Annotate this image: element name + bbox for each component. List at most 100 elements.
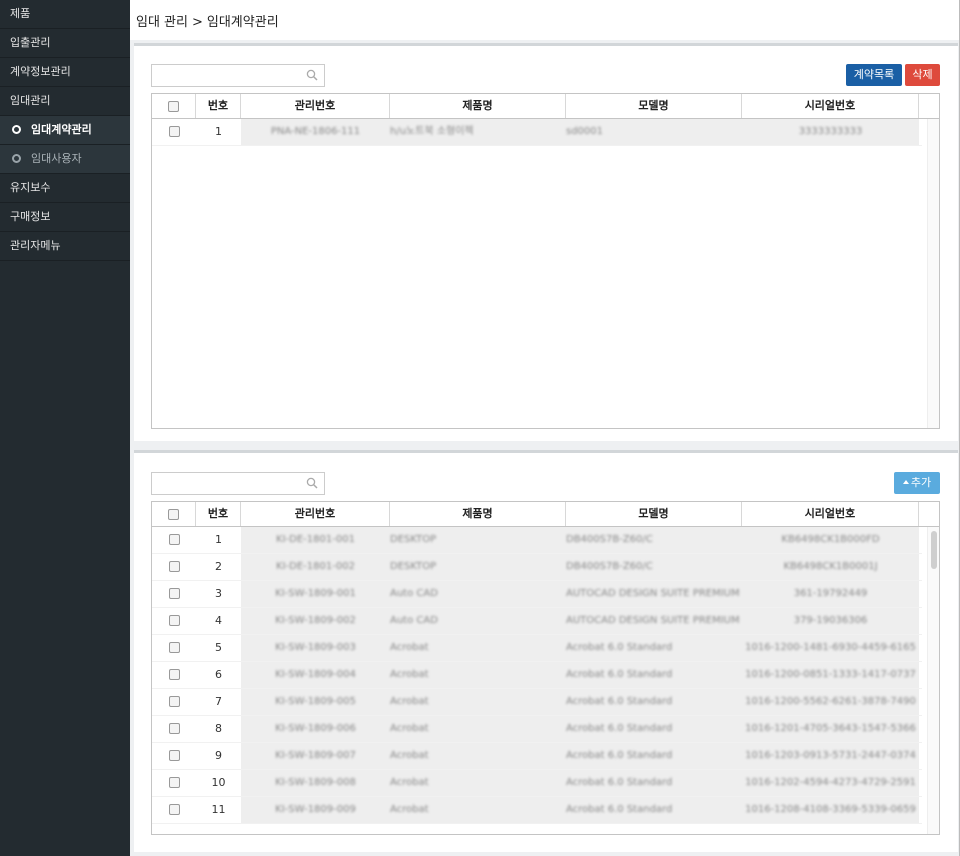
table-row[interactable]: 4 KI-SW-1809-002 Auto CAD AUTOCAD DESIGN SU…	[152, 608, 922, 635]
row-model: Acrobat 6.0 Standard	[566, 804, 673, 815]
row-checkbox[interactable]	[168, 587, 180, 599]
row-checkbox[interactable]	[168, 749, 180, 761]
table-row[interactable]: 1 PNA-NE-1806-111 h/u노트북 소형이젝 sd0001 333…	[152, 119, 922, 146]
row-mgmt-no: KI-SW-1809-004	[275, 669, 356, 680]
table-row[interactable]: 8 KI-SW-1809-006 Acrobat Acrobat 6.0 Standa…	[152, 716, 922, 743]
contract-search-input[interactable]	[152, 65, 297, 86]
row-select	[152, 554, 196, 580]
row-select	[152, 770, 196, 796]
row-mgmt-no: KI-SW-1809-007	[275, 750, 356, 761]
table-row[interactable]: 9 KI-SW-1809-007 Acrobat Acrobat 6.0 Standa…	[152, 743, 922, 770]
breadcrumb-current: 임대계약관리	[206, 15, 279, 30]
row-checkbox[interactable]	[168, 668, 180, 680]
row-no: 2	[215, 560, 222, 573]
row-serial: 1016-1201-4705-3643-1547-5366	[745, 723, 916, 734]
sidebar-item-admin[interactable]: 관리자메뉴	[0, 232, 130, 261]
vertical-scrollbar[interactable]	[927, 527, 939, 834]
row-checkbox[interactable]	[168, 614, 180, 626]
row-product: DESKTOP	[390, 534, 437, 545]
product-table: 번호 관리번호 제품명 모델명 시리얼번호 1 KI-DE-1801-001 DES…	[151, 501, 940, 835]
row-product: h/u노트북 소형이젝	[390, 126, 474, 137]
circle-icon	[12, 125, 21, 134]
table-row[interactable]: 11 KI-SW-1809-009 Acrobat Acrobat 6.0 Stand…	[152, 797, 922, 824]
sidebar-item-inout[interactable]: 입출관리	[0, 29, 130, 58]
table-header: 번호 관리번호 제품명 모델명 시리얼번호	[152, 502, 939, 527]
header-mgmt-no[interactable]: 관리번호	[241, 502, 390, 526]
row-mgmt-no: KI-DE-1801-001	[276, 534, 355, 545]
sidebar-item-maintenance[interactable]: 유지보수	[0, 174, 130, 203]
select-all-checkbox[interactable]	[168, 508, 179, 520]
main-content: 임대 관리 > 임대계약관리 계약목록 삭제 번호 관리번호 제품명 모델명 시리얼…	[130, 0, 959, 856]
row-mgmt-no: KI-DE-1801-002	[276, 561, 355, 572]
product-panel: 추가 번호 관리번호 제품명 모델명 시리얼번호 1 KI-DE-1801-001…	[134, 450, 958, 852]
row-serial: 1016-1202-4594-4273-4729-2591	[745, 777, 916, 788]
header-model[interactable]: 모델명	[566, 502, 742, 526]
table-row[interactable]: 5 KI-SW-1809-003 Acrobat Acrobat 6.0 Standa…	[152, 635, 922, 662]
row-no: 4	[215, 614, 222, 627]
table-row[interactable]: 6 KI-SW-1809-004 Acrobat Acrobat 6.0 Standa…	[152, 662, 922, 689]
row-checkbox[interactable]	[168, 722, 180, 734]
table-row[interactable]: 2 KI-DE-1801-002 DESKTOP DB400S7B-Z60/C KB64…	[152, 554, 922, 581]
add-button[interactable]: 추가	[894, 472, 940, 494]
search-icon[interactable]	[306, 477, 318, 489]
header-mgmt-no[interactable]: 관리번호	[241, 94, 390, 118]
vertical-scrollbar[interactable]	[927, 119, 939, 428]
sidebar-item-purchase[interactable]: 구매정보	[0, 203, 130, 232]
row-serial: 1016-1200-5562-6261-3878-7490	[745, 696, 916, 707]
row-serial: 379-19036306	[793, 615, 868, 626]
header-serial[interactable]: 시리얼번호	[742, 94, 919, 118]
sidebar-item-contract-info[interactable]: 계약정보관리	[0, 58, 130, 87]
header-product[interactable]: 제품명	[390, 94, 566, 118]
breadcrumb: 임대 관리 > 임대계약관리	[130, 0, 959, 40]
sidebar-item-rental-contract[interactable]: 임대계약관리	[0, 116, 130, 145]
sidebar-item-rental[interactable]: 임대관리	[0, 87, 130, 116]
breadcrumb-parent[interactable]: 임대 관리	[136, 15, 188, 30]
row-checkbox[interactable]	[168, 776, 180, 788]
table-row[interactable]: 7 KI-SW-1809-005 Acrobat Acrobat 6.0 Standa…	[152, 689, 922, 716]
header-product[interactable]: 제품명	[390, 502, 566, 526]
table-row[interactable]: 3 KI-SW-1809-001 Auto CAD AUTOCAD DESIGN SU…	[152, 581, 922, 608]
product-search-input[interactable]	[152, 473, 297, 494]
row-model: Acrobat 6.0 Standard	[566, 669, 673, 680]
row-checkbox[interactable]	[168, 533, 180, 545]
header-serial[interactable]: 시리얼번호	[742, 502, 919, 526]
select-all-checkbox[interactable]	[168, 100, 179, 112]
row-serial: 1016-1203-0913-5731-2447-0374	[745, 750, 916, 761]
row-product: Acrobat	[390, 669, 429, 680]
header-no[interactable]: 번호	[196, 502, 241, 526]
row-serial: 1016-1200-0851-1333-1417-0737	[745, 669, 916, 680]
row-product: Acrobat	[390, 777, 429, 788]
row-model: Acrobat 6.0 Standard	[566, 642, 673, 653]
row-serial: 361-19792449	[793, 588, 868, 599]
search-icon[interactable]	[306, 69, 318, 81]
table-row[interactable]: 1 KI-DE-1801-001 DESKTOP DB400S7B-Z60/C KB64…	[152, 527, 922, 554]
table-row[interactable]: 10 KI-SW-1809-008 Acrobat Acrobat 6.0 Stand…	[152, 770, 922, 797]
row-checkbox[interactable]	[168, 560, 180, 572]
row-mgmt-no: PNA-NE-1806-111	[270, 126, 361, 137]
circle-icon	[12, 154, 21, 163]
row-product: Acrobat	[390, 642, 429, 653]
row-select	[152, 743, 196, 769]
row-no: 10	[211, 776, 226, 789]
row-checkbox[interactable]	[168, 803, 180, 815]
row-model: Acrobat 6.0 Standard	[566, 723, 673, 734]
contract-search-box	[151, 64, 325, 87]
sidebar: 제품 입출관리 계약정보관리 임대관리 임대계약관리 임대사용자 유지보수 구매…	[0, 0, 130, 856]
contract-list-button[interactable]: 계약목록	[846, 64, 902, 86]
scrollbar-thumb[interactable]	[931, 531, 937, 569]
sidebar-item-product[interactable]: 제품	[0, 0, 130, 29]
row-checkbox[interactable]	[168, 125, 180, 137]
row-checkbox[interactable]	[168, 641, 180, 653]
row-checkbox[interactable]	[168, 695, 180, 707]
header-no[interactable]: 번호	[196, 94, 241, 118]
sidebar-item-rental-user[interactable]: 임대사용자	[0, 145, 130, 174]
row-select	[152, 608, 196, 634]
delete-button[interactable]: 삭제	[905, 64, 940, 86]
row-mgmt-no: KI-SW-1809-003	[275, 642, 356, 653]
row-no: 1	[215, 125, 222, 138]
row-model: AUTOCAD DESIGN SUITE PREMIUM	[566, 588, 740, 599]
row-no: 7	[215, 695, 222, 708]
row-serial: KB6498CK1B000FD	[781, 534, 880, 545]
breadcrumb-separator: >	[191, 15, 203, 30]
header-model[interactable]: 모델명	[566, 94, 742, 118]
